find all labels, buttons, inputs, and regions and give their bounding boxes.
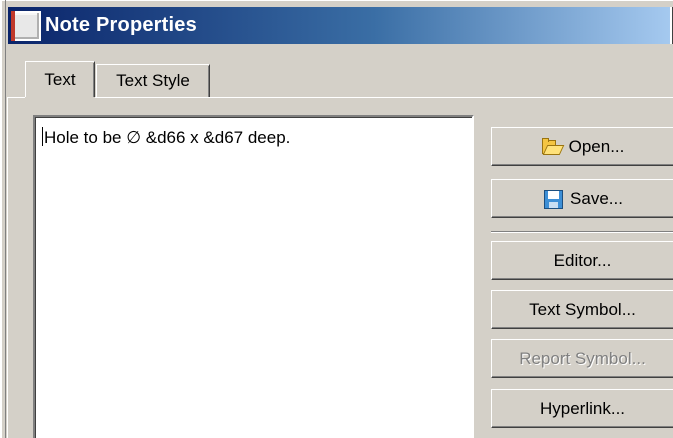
floppy-disk-icon [542, 189, 564, 209]
tab-text-style[interactable]: Text Style [96, 64, 210, 97]
tab-text[interactable]: Text [25, 61, 95, 98]
note-text-input[interactable]: Hole to be ∅ &d66 x &d67 deep. [33, 115, 474, 438]
window-frame-left [0, 0, 2, 438]
hyperlink-button[interactable]: Hyperlink... [491, 389, 673, 428]
text-symbol-button[interactable]: Text Symbol... [491, 290, 673, 329]
editor-button-label: Editor... [553, 250, 612, 270]
open-button-label: Open... [568, 136, 625, 156]
tab-text-label: Text [44, 70, 76, 89]
hyperlink-button-label: Hyperlink... [539, 398, 626, 418]
open-button[interactable]: Open... [491, 127, 673, 166]
save-button[interactable]: Save... [491, 179, 673, 218]
report-symbol-button-label: Report Symbol... [519, 348, 646, 368]
window-title: Note Properties [45, 14, 197, 36]
text-symbol-button-label: Text Symbol... [529, 299, 636, 319]
editor-button[interactable]: Editor... [491, 241, 673, 280]
window-frame-top [0, 0, 673, 1]
tab-strip-line [7, 97, 673, 98]
folder-open-icon [541, 137, 564, 157]
save-button-label: Save... [570, 188, 623, 208]
tab-text-style-label: Text Style [116, 71, 190, 90]
button-separator [491, 231, 673, 233]
text-caret [42, 127, 43, 146]
note-text-value: Hole to be ∅ &d66 x &d67 deep. [44, 128, 291, 147]
note-properties-dialog: Note Properties Text Text Style Hole to … [0, 0, 673, 438]
active-tab-gap [25, 97, 95, 99]
tab-panel-border [7, 97, 8, 438]
title-bar[interactable]: Note Properties [8, 7, 673, 44]
note-app-icon [11, 10, 41, 41]
report-symbol-button[interactable]: Report Symbol... [491, 339, 673, 378]
window-frame-left-shadow [5, 0, 6, 438]
